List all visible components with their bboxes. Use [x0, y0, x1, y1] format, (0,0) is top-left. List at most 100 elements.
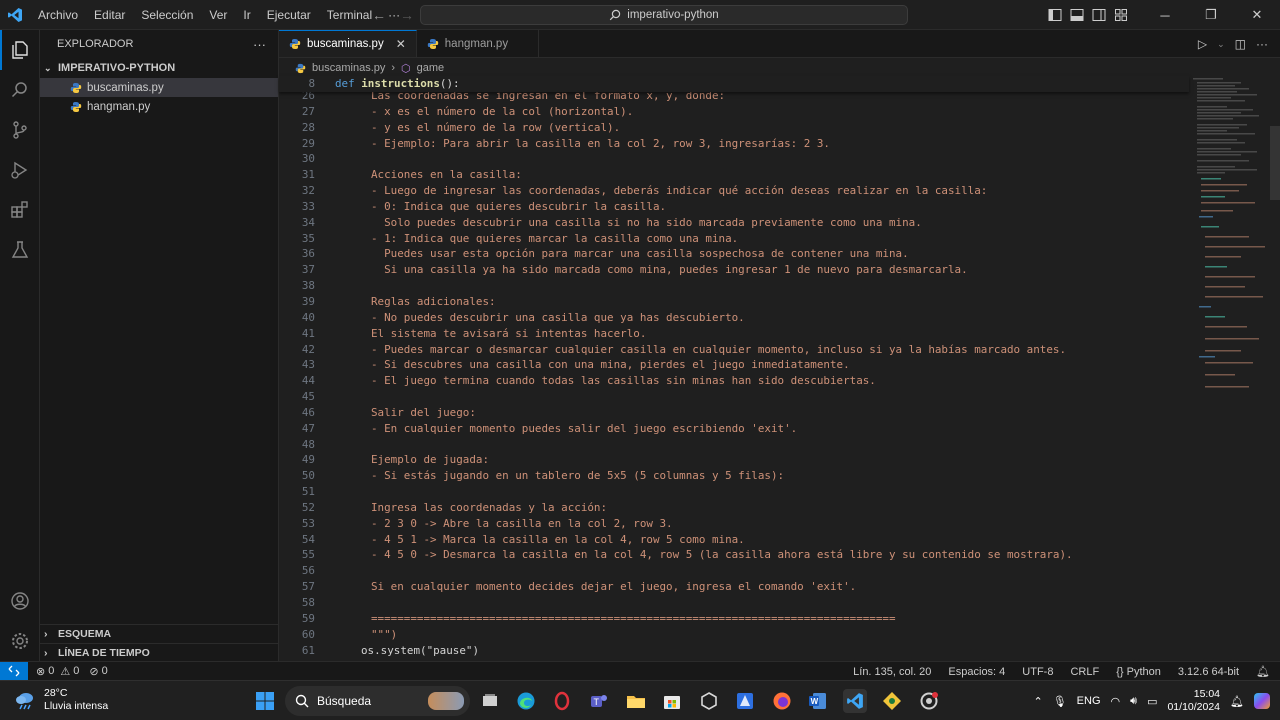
run-dropdown-chevron-icon[interactable]: ⌄ — [1217, 39, 1225, 50]
file-hangman[interactable]: hangman.py — [40, 97, 278, 116]
run-python-icon[interactable]: ▷ — [1198, 37, 1207, 51]
language-mode[interactable]: {} Python — [1116, 666, 1161, 678]
sticky-scroll-header[interactable]: 8 def instructions(): — [279, 76, 1189, 92]
ports-indicator[interactable]: ⊘ 0 — [89, 665, 107, 678]
vscode-taskbar-icon[interactable] — [843, 689, 867, 713]
show-hidden-icons-chevron-icon[interactable]: ⌃ — [1033, 695, 1042, 708]
menu-archivo[interactable]: Archivo — [30, 0, 86, 30]
code-line[interactable]: 59 ======================================… — [279, 611, 1189, 627]
explorer-icon[interactable] — [0, 30, 40, 70]
taskbar-clock[interactable]: 15:04 01/10/2024 — [1167, 688, 1220, 714]
firefox-icon[interactable] — [770, 689, 794, 713]
code-line[interactable]: 60 """) — [279, 627, 1189, 643]
menu-ver[interactable]: Ver — [201, 0, 235, 30]
customize-layout-icon[interactable] — [1110, 0, 1132, 30]
notifications-bell-icon[interactable]: 🔔︎ — [1230, 695, 1244, 708]
code-line[interactable]: 30 — [279, 151, 1189, 167]
code-line[interactable]: 40 - No puedes descubrir una casilla que … — [279, 310, 1189, 326]
extensions-icon[interactable] — [0, 190, 40, 230]
code-line[interactable]: 55 - 4 5 0 -> Desmarca la casilla en la c… — [279, 547, 1189, 563]
code-line[interactable]: 37 Si una casilla ya ha sido marcada com… — [279, 262, 1189, 278]
cursor-position[interactable]: Lín. 135, col. 20 — [853, 666, 931, 678]
encoding[interactable]: UTF-8 — [1022, 666, 1053, 678]
code-line[interactable]: 34 Solo puedes descubrir una casilla si … — [279, 215, 1189, 231]
code-line[interactable]: 56 — [279, 563, 1189, 579]
remote-indicator-icon[interactable] — [0, 661, 28, 681]
file-buscaminas[interactable]: buscaminas.py — [40, 78, 278, 97]
toggle-primary-sidebar-icon[interactable] — [1044, 0, 1066, 30]
outline-section[interactable]: › ESQUEMA — [40, 624, 279, 643]
close-window-button[interactable]: ✕ — [1234, 0, 1280, 30]
openai-app-icon[interactable] — [697, 689, 721, 713]
manage-gear-icon[interactable] — [0, 621, 40, 661]
tab-hangman[interactable]: hangman.py — [417, 30, 540, 57]
minimap[interactable] — [1191, 76, 1271, 416]
explorer-more-button[interactable]: ··· — [253, 37, 266, 52]
forward-arrow-icon[interactable]: → — [400, 7, 414, 23]
code-line[interactable]: 58 — [279, 595, 1189, 611]
code-line[interactable]: 50 - Si estás jugando en un tablero de 5x… — [279, 468, 1189, 484]
indentation[interactable]: Espacios: 4 — [948, 666, 1005, 678]
word-icon[interactable]: W — [806, 689, 830, 713]
input-language[interactable]: ENG — [1077, 695, 1101, 707]
python-interpreter[interactable]: 3.12.6 64-bit — [1178, 666, 1239, 678]
menu-editar[interactable]: Editar — [86, 0, 133, 30]
microsoft-store-icon[interactable] — [660, 689, 684, 713]
azure-icon[interactable] — [733, 689, 757, 713]
search-icon[interactable] — [0, 70, 40, 110]
code-line[interactable]: 35 - 1: Indica que quieres marcar la casi… — [279, 231, 1189, 247]
breadcrumb-symbol[interactable]: game — [417, 62, 445, 74]
code-line[interactable]: 44 - El juego termina cuando todas las ca… — [279, 373, 1189, 389]
menu-seleccion[interactable]: Selección — [133, 0, 201, 30]
code-line[interactable]: 31 Acciones en la casilla: — [279, 167, 1189, 183]
timeline-section[interactable]: › LÍNEA DE TIEMPO — [40, 643, 279, 662]
taskbar-search[interactable]: Búsqueda — [285, 686, 470, 716]
code-line[interactable]: 46 Salir del juego: — [279, 405, 1189, 421]
close-tab-icon[interactable]: ✕ — [396, 37, 406, 51]
code-line[interactable]: 29 - Ejemplo: Para abrir la casilla en la… — [279, 136, 1189, 152]
code-line[interactable]: 57 Si en cualquier momento decides dejar … — [279, 579, 1189, 595]
file-explorer-icon[interactable] — [624, 689, 648, 713]
code-line[interactable]: 27 - x es el número de la col (horizontal… — [279, 104, 1189, 120]
chrome-dev-icon[interactable] — [917, 689, 941, 713]
toggle-panel-icon[interactable] — [1066, 0, 1088, 30]
git-kraken-icon[interactable] — [880, 689, 904, 713]
code-line[interactable]: 43 - Si descubres una casilla con una min… — [279, 357, 1189, 373]
code-line[interactable]: 32 - Luego de ingresar las coordenadas, d… — [279, 183, 1189, 199]
edge-browser-icon[interactable] — [514, 689, 538, 713]
source-control-icon[interactable] — [0, 110, 40, 150]
command-center-search[interactable]: imperativo-python — [420, 5, 908, 25]
maximize-button[interactable]: ❐ — [1188, 0, 1234, 30]
code-line[interactable]: 53 - 2 3 0 -> Abre la casilla en la col 2… — [279, 516, 1189, 532]
problems-indicator[interactable]: ⊗ 0 ⚠ 0 — [36, 665, 79, 678]
minimize-button[interactable]: ─ — [1142, 0, 1188, 30]
testing-icon[interactable] — [0, 230, 40, 270]
accounts-icon[interactable] — [0, 581, 40, 621]
end-of-line[interactable]: CRLF — [1070, 666, 1099, 678]
tab-buscaminas[interactable]: buscaminas.py ✕ — [279, 30, 417, 57]
code-line[interactable]: 33 - 0: Indica que quieres descubrir la c… — [279, 199, 1189, 215]
teams-icon[interactable]: T — [587, 689, 611, 713]
weather-widget[interactable]: 28°C Lluvia intensa — [14, 687, 108, 713]
code-line[interactable]: 45 — [279, 389, 1189, 405]
code-line[interactable]: 47 - En cualquier momento puedes salir de… — [279, 421, 1189, 437]
wifi-icon[interactable]: ◠ — [1111, 695, 1121, 708]
code-line[interactable]: 42 - Puedes marcar o desmarcar cualquier … — [279, 342, 1189, 358]
menu-ir[interactable]: Ir — [235, 0, 258, 30]
breadcrumb-file[interactable]: buscaminas.py — [312, 62, 385, 74]
notifications-bell-icon[interactable]: 🔔︎ — [1256, 665, 1270, 678]
volume-icon[interactable]: 🔊︎ — [1130, 695, 1137, 708]
code-line[interactable]: 54 - 4 5 1 -> Marca la casilla en la col … — [279, 532, 1189, 548]
microphone-icon[interactable]: 🎙︎ — [1053, 695, 1067, 708]
code-line[interactable]: 28 - y es el número de la row (vertical). — [279, 120, 1189, 136]
editor-scrollbar[interactable] — [1270, 126, 1280, 200]
windows-start-icon[interactable] — [253, 689, 277, 713]
code-line[interactable]: 36 Puedes usar esta opción para marcar u… — [279, 246, 1189, 262]
copilot-icon[interactable] — [1254, 693, 1270, 709]
split-editor-icon[interactable]: ◫ — [1235, 37, 1246, 51]
code-editor[interactable]: 26 Las coordenadas se ingresan en el form… — [279, 76, 1189, 661]
menu-terminal[interactable]: Terminal — [319, 0, 380, 30]
toggle-secondary-sidebar-icon[interactable] — [1088, 0, 1110, 30]
code-line[interactable]: 51 — [279, 484, 1189, 500]
code-line[interactable]: 48 — [279, 437, 1189, 453]
